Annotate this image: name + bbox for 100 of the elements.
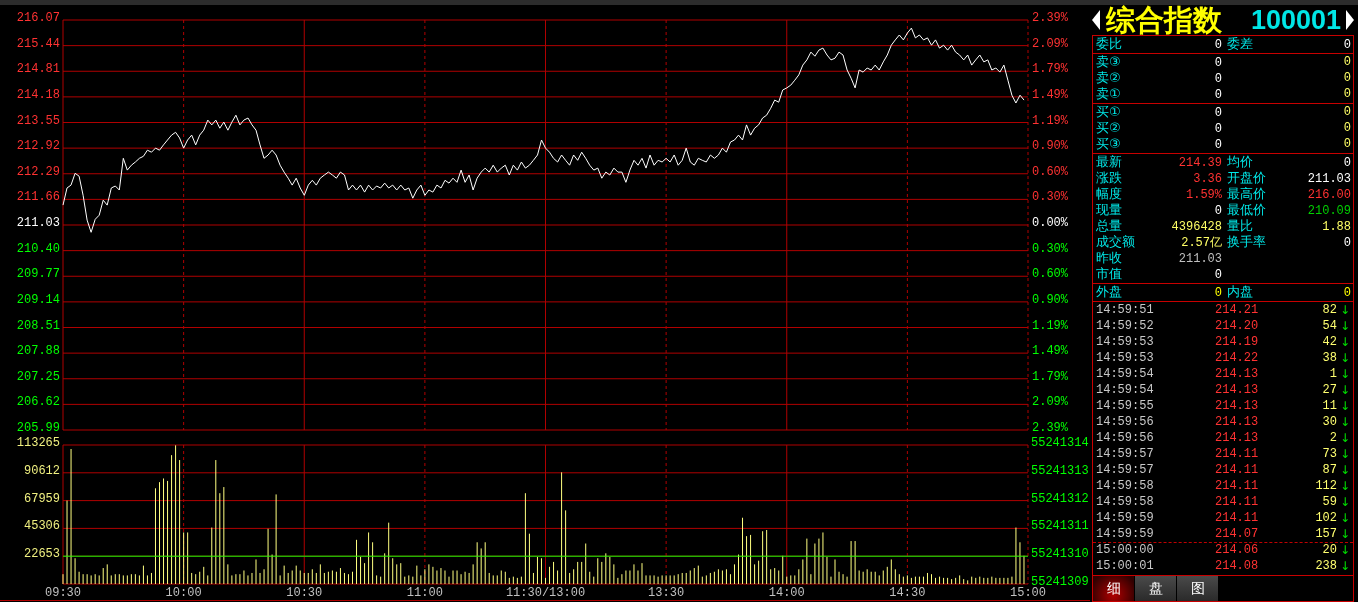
field-value: 0: [1214, 203, 1222, 219]
trade-time: 14:59:51: [1096, 302, 1154, 318]
trade-direction: ↓: [1339, 382, 1351, 398]
price-axis-label: 210.40: [16, 241, 60, 256]
price-axis-label: 209.14: [16, 292, 60, 307]
trade-price: 214.13: [1215, 414, 1259, 430]
trade-time: 14:59:57: [1096, 446, 1154, 462]
time-label: 10:30: [286, 586, 323, 600]
field-label: 量比: [1227, 218, 1253, 234]
trade-time: 14:59:54: [1096, 382, 1154, 398]
change-axis-label: 1.19%: [1032, 113, 1068, 128]
field-value: 3.36: [1193, 171, 1222, 187]
field-label: 总量: [1096, 218, 1122, 234]
trade-price: 214.13: [1215, 382, 1259, 398]
trade-direction: ↓: [1339, 543, 1351, 558]
price-axis-label: 205.99: [16, 421, 60, 433]
field-value: 211.03: [1178, 251, 1222, 267]
trade-volume: 59: [1322, 494, 1337, 510]
field-label: 涨跌: [1096, 170, 1122, 186]
tab[interactable]: 细: [1093, 576, 1134, 601]
price-axis-label: 209.77: [16, 267, 60, 282]
trade-price: 214.19: [1215, 334, 1259, 350]
order-label: 卖①: [1096, 86, 1121, 102]
trade-time: 14:59:58: [1096, 494, 1154, 510]
order-label: 卖②: [1096, 70, 1121, 86]
field-value: 1.59%: [1186, 187, 1222, 203]
field-value: 0: [1343, 235, 1351, 251]
field-label: 昨收: [1096, 250, 1122, 266]
price-axis-label: 206.62: [16, 395, 60, 410]
trade-time: 14:59:59: [1096, 526, 1154, 542]
trade-direction: ↓: [1339, 462, 1351, 478]
trade-price: 214.11: [1215, 478, 1259, 494]
field-label: 外盘: [1096, 284, 1122, 300]
volume-axis-label: 90612: [24, 463, 60, 478]
trade-volume: 73: [1322, 446, 1337, 462]
change-axis-label: 2.39%: [1032, 11, 1068, 25]
left-triangle-icon[interactable]: [1092, 10, 1100, 30]
change-axis-label: 2.09%: [1032, 395, 1068, 410]
order-price: 0: [1214, 87, 1222, 103]
volume-axis-label: 55241314: [1031, 436, 1089, 450]
trade-direction: ↓: [1339, 414, 1351, 430]
order-volume: 0: [1343, 120, 1351, 136]
trade-volume: 112: [1315, 478, 1337, 494]
field-label: 委差: [1227, 36, 1253, 52]
trade-price: 214.08: [1215, 558, 1259, 574]
trade-volume: 11: [1322, 398, 1337, 414]
volume-axis-label: 113265: [16, 436, 60, 450]
field-value: 4396428: [1171, 219, 1222, 235]
order-volume: 0: [1343, 70, 1351, 86]
trade-volume: 82: [1322, 302, 1337, 318]
field-value: 0: [1214, 267, 1222, 283]
price-axis-label: 214.18: [16, 87, 60, 102]
tab[interactable]: 盘: [1135, 576, 1176, 601]
trade-time: 15:00:00: [1096, 543, 1154, 558]
order-price: 0: [1214, 121, 1222, 137]
order-volume: 0: [1343, 136, 1351, 152]
tab[interactable]: 图: [1177, 576, 1218, 601]
price-axis-label: 211.03: [16, 216, 60, 230]
field-label: 成交额: [1096, 234, 1135, 250]
change-axis-label: 1.79%: [1032, 62, 1068, 77]
trade-direction: ↓: [1339, 350, 1351, 366]
field-value: 210.09: [1307, 203, 1351, 219]
price-axis-label: 208.51: [16, 318, 60, 333]
field-label: 最高价: [1227, 186, 1266, 202]
time-label: 11:00: [406, 586, 443, 600]
trade-direction: ↓: [1339, 558, 1351, 574]
change-axis-label: 1.49%: [1032, 344, 1068, 359]
price-axis-label: 212.29: [16, 164, 60, 179]
order-volume: 0: [1343, 104, 1351, 120]
field-value: 0: [1214, 37, 1222, 53]
trade-time: 14:59:54: [1096, 366, 1154, 382]
change-axis-label: 0.00%: [1032, 216, 1068, 230]
trade-volume: 54: [1322, 318, 1337, 334]
trade-price: 214.22: [1215, 350, 1259, 366]
time-label: 11:30/13:00: [505, 586, 586, 600]
trade-price: 214.07: [1215, 526, 1259, 542]
trade-price: 214.11: [1215, 510, 1259, 526]
change-axis-label: 2.39%: [1032, 421, 1068, 433]
stock-code: 100001: [1250, 5, 1341, 35]
change-axis-label: 0.90%: [1032, 292, 1068, 307]
trade-volume: 102: [1315, 510, 1337, 526]
trade-volume: 30: [1322, 414, 1337, 430]
field-value: 0: [1343, 155, 1351, 171]
field-label: 内盘: [1227, 284, 1253, 300]
field-value: 0: [1343, 37, 1351, 53]
field-value: 216.00: [1307, 187, 1351, 203]
trade-time: 14:59:56: [1096, 430, 1154, 446]
trade-price: 214.13: [1215, 366, 1259, 382]
field-label: 市值: [1096, 266, 1122, 282]
trade-time: 14:59:58: [1096, 478, 1154, 494]
time-label: 09:30: [45, 586, 81, 600]
time-label: 14:00: [768, 586, 805, 600]
field-value: 2.57亿: [1181, 235, 1222, 251]
trade-direction: ↓: [1339, 366, 1351, 382]
field-label: 现量: [1096, 202, 1122, 218]
trade-price: 214.13: [1215, 398, 1259, 414]
right-triangle-icon[interactable]: [1346, 10, 1354, 30]
trade-price: 214.11: [1215, 446, 1259, 462]
field-value: 0: [1343, 285, 1351, 301]
price-axis-label: 216.07: [16, 11, 60, 25]
